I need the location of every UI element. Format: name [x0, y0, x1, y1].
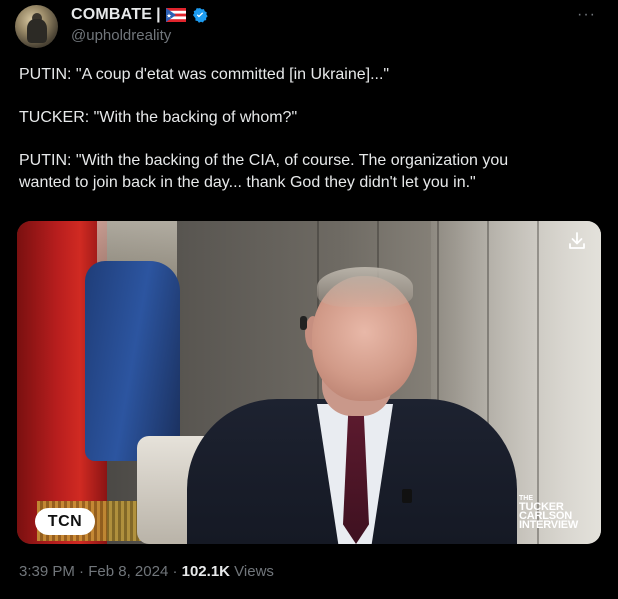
- flag-blue-part: [85, 261, 180, 461]
- display-name[interactable]: COMBATE: [71, 6, 152, 24]
- tucker-carlson-interview-logo: THE TUCKER CARLSON INTERVIEW: [519, 491, 599, 531]
- brand-line-3: INTERVIEW: [519, 519, 579, 531]
- download-icon[interactable]: [565, 229, 589, 253]
- views-label: Views: [234, 563, 274, 580]
- tweet-line-3: PUTIN: "With the backing of the CIA, of …: [19, 152, 509, 169]
- more-options-icon[interactable]: ···: [577, 6, 596, 24]
- tweet-meta: 3:39 PM · Feb 8, 2024 · 102.1K Views: [19, 563, 274, 580]
- author-name-row[interactable]: COMBATE |: [71, 6, 208, 24]
- tweet-line-2: TUCKER: "With the backing of whom?": [19, 109, 298, 126]
- avatar[interactable]: [15, 5, 58, 48]
- meta-dot: ·: [79, 563, 85, 580]
- lapel-mic: [402, 489, 412, 503]
- tcn-watermark-logo: TCN: [35, 508, 95, 535]
- avatar-figure-shape: [27, 19, 47, 43]
- tweet-line-4: wanted to join back in the day... thank …: [19, 174, 476, 191]
- tweet-text: PUTIN: "A coup d'etat was committed [in …: [19, 64, 604, 194]
- post-time[interactable]: 3:39 PM: [19, 563, 75, 580]
- views-count: 102.1K: [181, 563, 230, 580]
- person-hair: [317, 267, 413, 307]
- tweet-line-1: PUTIN: "A coup d'etat was committed [in …: [19, 66, 390, 83]
- name-separator: |: [156, 6, 161, 23]
- post-date[interactable]: Feb 8, 2024: [88, 563, 168, 580]
- puerto-rico-flag-icon: [165, 8, 186, 22]
- meta-dot-2: ·: [172, 563, 178, 580]
- verified-badge-icon[interactable]: [192, 7, 208, 23]
- earpiece: [300, 316, 307, 330]
- author-handle[interactable]: @upholdreality: [71, 27, 171, 44]
- tweet-media-image[interactable]: TCN THE TUCKER CARLSON INTERVIEW: [17, 221, 601, 544]
